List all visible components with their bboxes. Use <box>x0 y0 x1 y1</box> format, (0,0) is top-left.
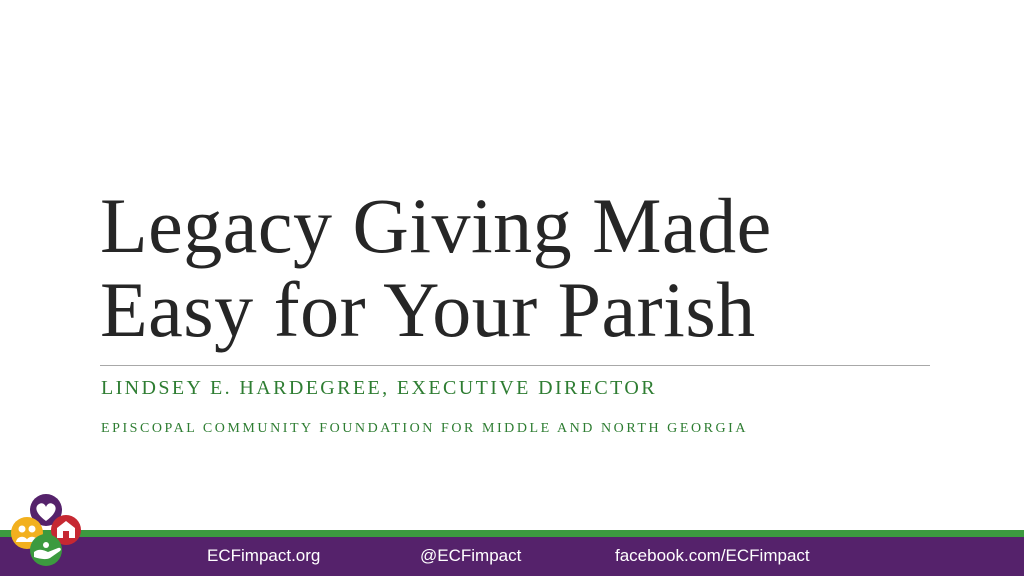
organization-name: EPISCOPAL COMMUNITY FOUNDATION FOR MIDDL… <box>101 421 749 436</box>
footer-twitter-handle[interactable]: @ECFimpact <box>420 546 521 566</box>
slide-title-line-2: Easy for Your Parish <box>100 266 756 353</box>
slide: Legacy Giving Made Easy for Your Parish … <box>0 0 1024 576</box>
ecf-logo-icon <box>11 494 81 566</box>
slide-title-line-1: Legacy Giving Made <box>100 182 772 269</box>
title-divider <box>100 365 930 366</box>
footer-website-link[interactable]: ECFimpact.org <box>207 546 320 566</box>
slide-title: Legacy Giving Made Easy for Your Parish <box>100 184 940 352</box>
presenter-subtitle: LINDSEY E. HARDEGREE, EXECUTIVE DIRECTOR <box>101 377 657 399</box>
footer-green-stripe <box>0 530 1024 537</box>
footer-facebook-link[interactable]: facebook.com/ECFimpact <box>615 546 810 566</box>
